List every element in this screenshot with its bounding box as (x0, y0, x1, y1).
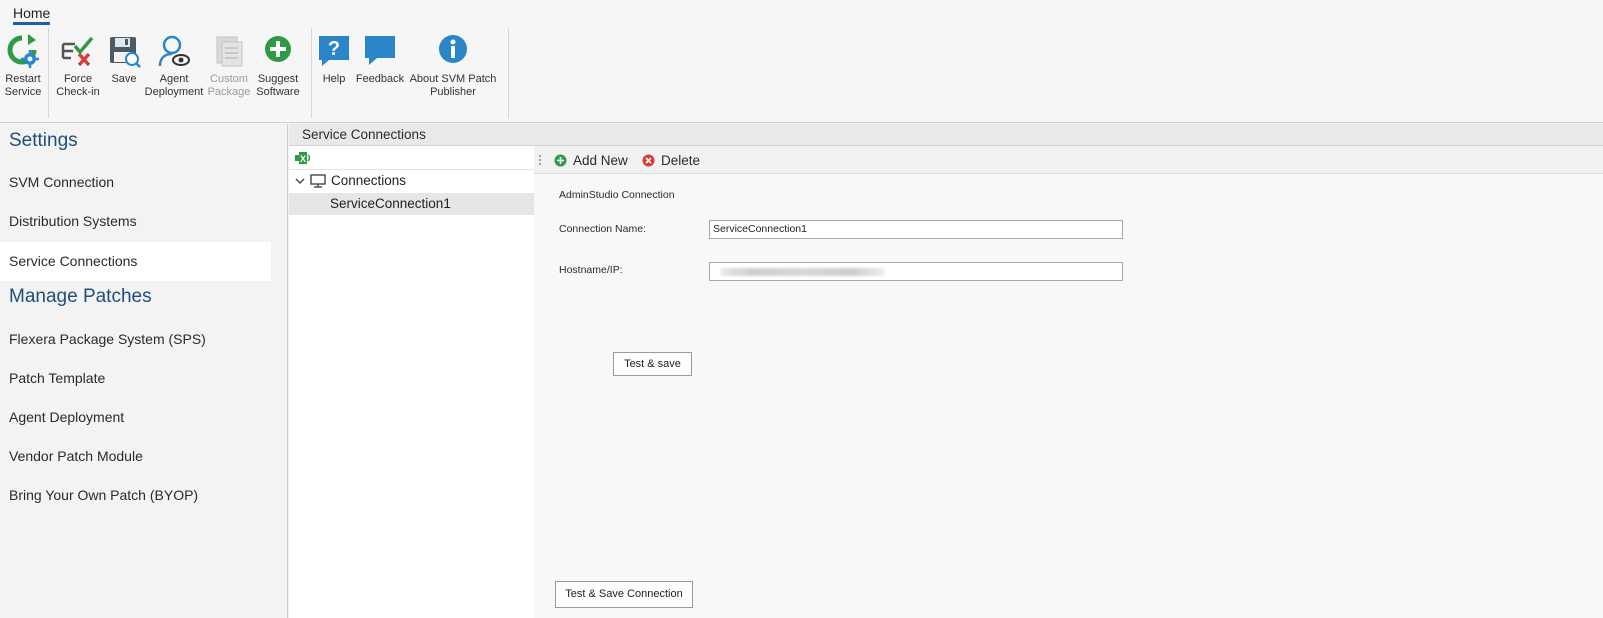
excel-export-icon[interactable]: X (295, 151, 311, 165)
ribbon-group-help: ? Help Feedback About SVM Patch Publishe… (312, 28, 512, 120)
custom-package-label-1: Custom (210, 73, 248, 85)
ribbon-separator (48, 28, 49, 118)
svg-text:?: ? (328, 38, 340, 60)
agent-deployment-label-1: Agent (159, 73, 189, 85)
detail-toolbar: Add New Delete (534, 146, 1603, 174)
connections-tree-pane: X Connections ServiceConnection1 (289, 146, 534, 618)
panel-title: Service Connections (289, 124, 1603, 146)
about-label-1: About SVM Patch (409, 73, 497, 85)
ribbon: Home Restart Service Force Check-in Save… (0, 0, 1603, 123)
chevron-down-icon[interactable] (294, 175, 306, 187)
settings-heading: Settings (9, 130, 78, 151)
nav-item-agent-deployment[interactable]: Agent Deployment (0, 398, 271, 437)
connection-name-label: Connection Name: (559, 223, 646, 235)
hostname-field[interactable] (709, 262, 1123, 281)
agent-search-icon (158, 35, 190, 67)
floppy-disk-icon (110, 37, 141, 68)
agent-deployment-button[interactable]: Agent Deployment (144, 34, 204, 99)
delete-label: Delete (661, 152, 701, 168)
force-check-in-button[interactable]: Force Check-in (56, 34, 100, 99)
nav-item-vendor-patch-module[interactable]: Vendor Patch Module (0, 437, 271, 476)
tree-node-connections[interactable]: Connections (289, 170, 534, 192)
feedback-bubble-icon (365, 36, 395, 65)
suggest-software-label-2: Software (256, 86, 300, 98)
feedback-label: Feedback (355, 73, 405, 85)
nav-item-distribution-systems[interactable]: Distribution Systems (0, 202, 271, 241)
save-label: Save (111, 73, 137, 85)
delete-button[interactable]: Delete (642, 150, 700, 170)
tree-toolbar: X (289, 146, 534, 170)
restart-service-label-2: Service (4, 86, 42, 98)
custom-package-label-2: Package (207, 86, 251, 98)
ribbon-group-actions: Restart Service Force Check-in Save Agen… (0, 28, 312, 120)
restart-service-button[interactable]: Restart Service (3, 34, 43, 99)
nav-item-byop[interactable]: Bring Your Own Patch (BYOP) (0, 476, 271, 515)
test-and-save-connection-button[interactable]: Test & Save Connection (555, 581, 693, 608)
force-check-in-label-2: Check-in (56, 86, 100, 98)
about-label-2: Publisher (430, 86, 476, 98)
restart-gear-icon (7, 34, 39, 68)
custom-package-button[interactable]: Custom Package (208, 34, 250, 99)
tree-node-connections-label: Connections (331, 173, 407, 188)
suggest-software-button[interactable]: Suggest Software (254, 34, 302, 99)
test-and-save-button[interactable]: Test & save (613, 352, 692, 376)
feedback-button[interactable]: Feedback (356, 34, 404, 86)
toolbar-grip-icon[interactable] (538, 154, 542, 166)
connection-name-field[interactable]: ServiceConnection1 (709, 220, 1123, 239)
svg-text:X: X (300, 154, 306, 164)
hostname-label: Hostname/IP: (559, 264, 623, 276)
save-button[interactable]: Save (104, 34, 144, 86)
redacted-hostname (720, 268, 885, 276)
force-check-in-label-1: Force (63, 73, 93, 85)
manage-patches-heading: Manage Patches (9, 286, 152, 307)
monitor-icon (310, 174, 326, 188)
add-new-label: Add New (573, 152, 628, 168)
help-label: Help (322, 73, 346, 85)
help-bubble-icon: ? (319, 36, 349, 66)
plus-circle-icon (265, 36, 291, 62)
nav-item-patch-template[interactable]: Patch Template (0, 359, 271, 398)
about-button[interactable]: About SVM Patch Publisher (408, 34, 498, 99)
section-title: AdminStudio Connection (559, 189, 675, 201)
delete-circle-icon (642, 154, 655, 166)
nav-item-flexera-package-system[interactable]: Flexera Package System (SPS) (0, 320, 271, 359)
nav-item-service-connections[interactable]: Service Connections (0, 242, 271, 281)
connection-detail-pane: Add New Delete AdminStudio Connection Co… (534, 146, 1603, 618)
agent-deployment-label-2: Deployment (144, 86, 204, 98)
add-new-button[interactable]: Add New (554, 150, 628, 170)
left-navigation: Settings SVM Connection Distribution Sys… (0, 124, 288, 618)
nav-item-svm-connection[interactable]: SVM Connection (0, 163, 271, 202)
suggest-software-label-1: Suggest (257, 73, 299, 85)
info-icon (439, 35, 467, 63)
force-checkin-icon (61, 36, 94, 67)
tab-home[interactable]: Home (13, 5, 51, 25)
custom-package-icon (216, 36, 243, 67)
ribbon-separator (508, 28, 509, 118)
restart-service-label-1: Restart (5, 73, 41, 85)
add-circle-icon (554, 154, 567, 166)
tree-node-serviceconnection1[interactable]: ServiceConnection1 (289, 193, 534, 215)
help-button[interactable]: ? Help (316, 34, 352, 86)
